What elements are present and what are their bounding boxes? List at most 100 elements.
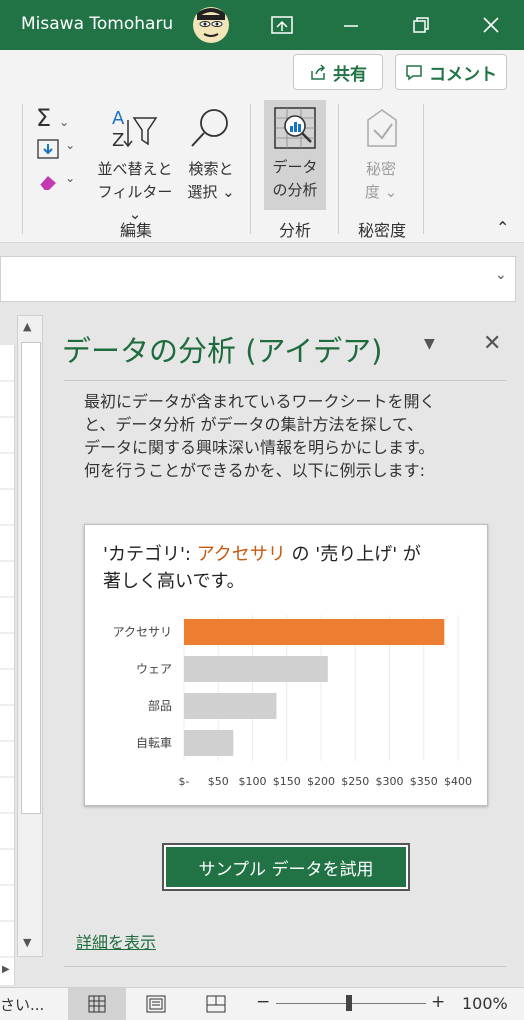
status-bar: さい... − + 100% [0,987,524,1020]
page-layout-icon [146,995,166,1013]
show-details-link[interactable]: 詳細を表示 [76,929,156,953]
group-label-edit: 編集 [119,221,152,240]
zoom-in-icon[interactable]: + [431,992,445,1012]
chart-tick-label: $100 [239,775,267,788]
share-label: 共有 [333,64,367,85]
svg-text:A: A [112,108,125,129]
comment-button[interactable]: コメント [395,54,507,90]
page-break-icon [206,995,226,1013]
insight-card: 'カテゴリ': アクセサリ の '売り上げ' が 著しく高いです。 アクセサリウ… [84,524,488,806]
scrollbar-thumb[interactable] [21,342,41,814]
share-icon [311,64,326,80]
worksheet-grid[interactable] [0,345,15,985]
restore-icon[interactable] [396,0,446,50]
card-title-text: 著しく高いです。 [103,571,245,592]
scroll-down-icon[interactable]: ▼ [23,936,31,949]
svg-text:Z: Z [112,130,124,151]
chart-tick-label: $150 [273,775,301,788]
chart-category-label: アクセサリ [113,625,172,639]
ribbon-separator [250,104,251,234]
collapse-ribbon-icon[interactable]: ⌃ [496,218,509,237]
find-select-text: 選択 [187,183,218,201]
description-line: データに関する興味深い情報を明らかにします。 [84,438,435,457]
ribbon: Σ ⌄ ⌄ ⌄ A Z 並べ替えと フィルター ⌄ 検索と 選択 ⌄ データ の… [0,98,524,243]
chart-tick-label: $- [179,775,190,788]
insight-card-title: 'カテゴリ': アクセサリ の '売り上げ' が 著しく高いです。 [103,541,473,595]
find-select-button[interactable]: 検索と 選択 ⌄ [180,102,242,206]
share-button[interactable]: 共有 [293,54,383,90]
minimize-icon[interactable] [326,0,376,50]
sensitivity-button[interactable]: 秘密 度 ⌄ [350,102,412,206]
clear-button[interactable]: ⌄ [36,171,86,197]
try-sample-data-button[interactable]: サンプル データを試用 [162,843,410,891]
insight-bar-chart: アクセサリウェア部品自転車 $- $50 $100 $150 $200 $250 $300 $3… [113,615,472,788]
chevron-down-icon: ⌄ [65,171,76,185]
analyze-data-button[interactable]: データ の分析 [264,100,326,210]
page-break-view-button[interactable] [206,995,226,1017]
chevron-down-icon: ⌄ [59,115,70,129]
sort-filter-button[interactable]: A Z 並べ替えと フィルター ⌄ [92,102,178,223]
comment-icon [406,65,422,81]
chart-tick-label: $400 [444,775,472,788]
pane-options-icon[interactable]: ▼ [424,336,435,352]
eraser-icon [39,176,56,191]
description-line: 最初にデータが含まれているワークシートを開く [84,392,436,411]
pane-divider [64,966,506,967]
chart-bar [184,619,445,645]
vertical-scrollbar[interactable]: ▲ ▼ [17,315,43,957]
ribbon-separator [338,104,339,234]
group-label-sensitivity: 秘密度 [357,221,406,240]
title-bar: Misawa Tomoharu [0,0,524,50]
grid-view-icon [88,995,106,1013]
chart-bar [184,730,234,756]
description-line: 何を行うことができるかを、以下に例示します: [84,461,426,480]
account-name[interactable]: Misawa Tomoharu [21,14,173,34]
ribbon-display-icon[interactable] [257,0,307,50]
formula-bar[interactable]: ⌄ [0,256,516,302]
chart-bar [184,693,277,719]
chart-category-label: 自転車 [136,736,172,750]
expand-formula-bar-icon[interactable]: ⌄ [495,267,507,283]
sensitivity-label-2: 度 ⌄ [364,183,398,201]
sort-filter-label-1: 並べ替えと [97,160,173,178]
find-select-label-2: 選択 ⌄ [187,183,235,201]
analyze-data-label-1: データ [272,158,318,176]
comment-label: コメント [429,64,497,85]
share-bar: 共有 コメント [0,50,524,98]
analyze-data-label-2: の分析 [272,181,318,199]
card-title-text: の '売り上げ' が [285,544,421,565]
ribbon-separator [22,104,23,234]
sensitivity-text: 度 [364,183,380,201]
pane-close-icon[interactable]: ✕ [483,331,501,356]
find-select-label-1: 検索と [188,160,234,178]
description-line: と、データ分析 がデータの集計方法を探して、 [84,415,424,434]
pane-title: データの分析 (アイデア) [62,334,383,368]
zoom-slider-thumb[interactable] [346,995,352,1011]
scroll-up-icon[interactable]: ▲ [23,320,31,333]
zoom-level[interactable]: 100% [462,994,508,1013]
fill-button[interactable]: ⌄ [36,138,86,164]
chart-bar [184,656,328,682]
close-window-icon[interactable] [466,0,516,50]
page-layout-view-button[interactable] [146,995,166,1017]
sort-filter-text: フィルター [97,183,173,201]
sensitivity-label-1: 秘密 [365,160,396,178]
sigma-icon: Σ [36,104,52,132]
autosum-button[interactable]: Σ ⌄ [36,104,86,132]
zoom-out-icon[interactable]: − [256,992,270,1012]
chart-category-label: 部品 [148,698,172,713]
chart-tick-label: $200 [307,775,335,788]
sensitivity-icon [367,109,397,147]
normal-view-button[interactable] [68,988,126,1020]
avatar[interactable] [193,7,229,43]
sort-filter-icon: A Z [112,108,158,151]
pane-divider [64,380,506,381]
card-title-highlight: アクセサリ [196,544,286,565]
chart-tick-label: $250 [341,775,369,788]
fill-down-icon [37,139,59,159]
card-title-text: 'カテゴリ': [103,544,197,565]
chart-tick-label: $50 [208,775,229,788]
pane-description: 最初にデータが含まれているワークシートを開く と、データ分析 がデータの集計方法… [84,390,504,482]
scroll-right-icon[interactable]: ▶ [2,964,10,975]
chart-category-label: ウェア [136,662,172,676]
